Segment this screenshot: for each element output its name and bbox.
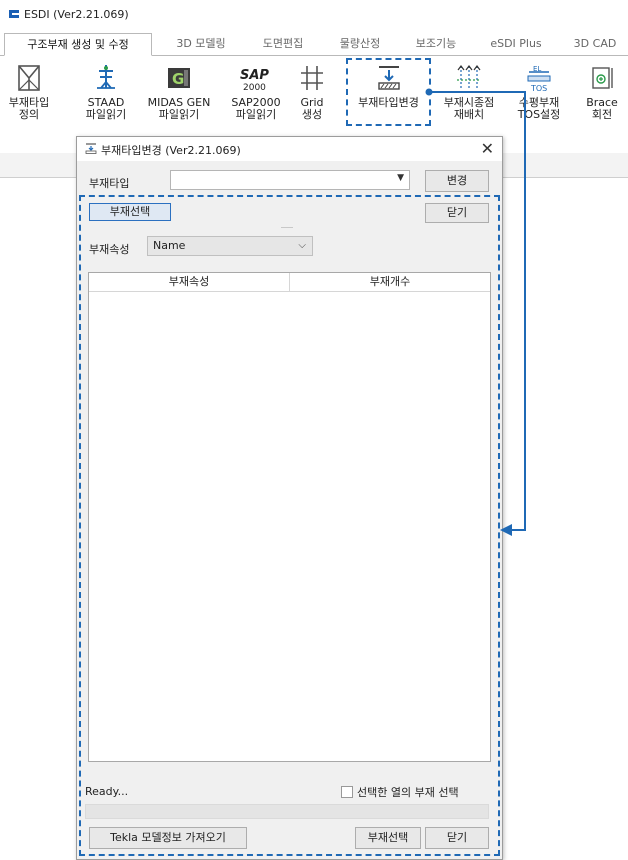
ribbon-button-grid[interactable]: Grid 생성 [290,62,334,121]
brace-rotate-icon [592,67,613,89]
tab-esdi-plus[interactable]: eSDI Plus [483,33,549,54]
member-property-grid[interactable]: 부재속성 부재개수 [88,272,491,762]
grid-icon [301,66,323,90]
select-member-button[interactable]: 부재선택 [89,203,171,221]
column-header-member-property[interactable]: 부재속성 [89,273,290,292]
dialog-member-type-icon [85,143,97,154]
ribbon-button-tos[interactable]: EL TOS 수평부재 TOS설정 [510,62,568,121]
ribbon-button-label: MIDAS GEN 파일읽기 [147,96,211,121]
close-button[interactable]: 닫기 [425,203,489,223]
status-text: Ready... [85,785,129,798]
close-icon[interactable]: ✕ [481,139,494,158]
ribbon-tab-bar: 구조부재 생성 및 수정 3D 모델링 도면편집 물량산정 보조기능 eSDI … [0,33,628,56]
member-type-label: 부재타입 [89,177,130,190]
app-logo-icon [9,10,19,18]
app-title: ESDI (Ver2.21.069) [24,8,129,21]
dialog-titlebar[interactable]: 부재타입변경 (Ver2.21.069) ✕ [77,137,502,161]
ribbon-button-brace-rotate[interactable]: Brace 회전 [578,62,626,121]
progress-bar [85,804,489,819]
ribbon-button-member-endpoint[interactable]: 부재시종점 재배치 [436,62,502,121]
member-endpoint-icon [457,65,481,88]
member-type-combobox[interactable]: ▼ [170,170,410,190]
svg-text:TOS: TOS [530,84,547,93]
sap2000-icon: SAP 2000 [240,68,269,93]
ribbon-button-sap2000[interactable]: SAP 2000 SAP2000 파일읽기 [226,62,286,121]
midas-gen-icon: G [168,68,190,88]
select-column-members-checkbox[interactable]: 선택한 열의 부재 선택 [341,784,459,800]
tab-drawing-edit[interactable]: 도면편집 [250,33,316,54]
highlight-callout-box [346,58,431,126]
svg-text:2000: 2000 [243,83,266,93]
ribbon-button-label: Grid 생성 [300,96,324,121]
svg-text:SAP: SAP [240,68,269,83]
change-button[interactable]: 변경 [425,170,489,192]
select-member-button-bottom[interactable]: 부재선택 [355,827,421,849]
dropdown-arrow-icon: ▼ [397,173,404,183]
ribbon-button-midas-gen[interactable]: G MIDAS GEN 파일읽기 [144,62,214,121]
ribbon-button-label: STAAD 파일읽기 [85,96,127,121]
ribbon-button-member-type-define[interactable]: 부재타입 정의 [2,62,56,121]
member-type-change-dialog: 부재타입변경 (Ver2.21.069) ✕ 부재타입 ▼ 변경 부재선택 닫기… [76,136,503,860]
tab-3d-modeling[interactable]: 3D 모델링 [165,33,237,54]
chevron-down-icon: ⌵ [298,240,306,251]
tab-3d-cad[interactable]: 3D CAD [565,33,625,54]
member-type-define-icon [18,65,40,91]
checkbox-label: 선택한 열의 부재 선택 [357,786,459,799]
svg-text:G: G [172,70,184,88]
dialog-title: 부재타입변경 (Ver2.21.069) [101,144,241,157]
tab-aux[interactable]: 보조기능 [406,33,466,54]
app-titlebar: ESDI (Ver2.21.069) [0,0,628,30]
ribbon-button-label: SAP2000 파일읽기 [231,96,281,121]
member-property-value: Name [153,239,186,252]
member-property-label: 부재속성 [89,243,130,256]
tab-structure-create-edit[interactable]: 구조부재 생성 및 수정 [4,33,152,56]
column-header-member-count[interactable]: 부재개수 [290,273,490,292]
ribbon-button-label: 부재타입 정의 [8,96,50,121]
staad-icon [97,65,115,89]
close-button-bottom[interactable]: 닫기 [425,827,489,849]
checkbox-box[interactable] [341,786,353,798]
ribbon-button-staad[interactable]: STAAD 파일읽기 [78,62,134,121]
member-property-combobox[interactable]: Name ⌵ [147,236,313,256]
tab-quantity[interactable]: 물량산정 [330,33,390,54]
ribbon-button-label: 부재시종점 재배치 [443,96,495,121]
splitter-grip[interactable] [281,227,293,228]
import-tekla-model-button[interactable]: Tekla 모델정보 가져오기 [89,827,247,849]
ribbon-button-label: 수평부재 TOS설정 [517,96,561,121]
tos-icon: EL TOS [527,65,551,93]
ribbon-button-label: Brace 회전 [586,96,618,121]
